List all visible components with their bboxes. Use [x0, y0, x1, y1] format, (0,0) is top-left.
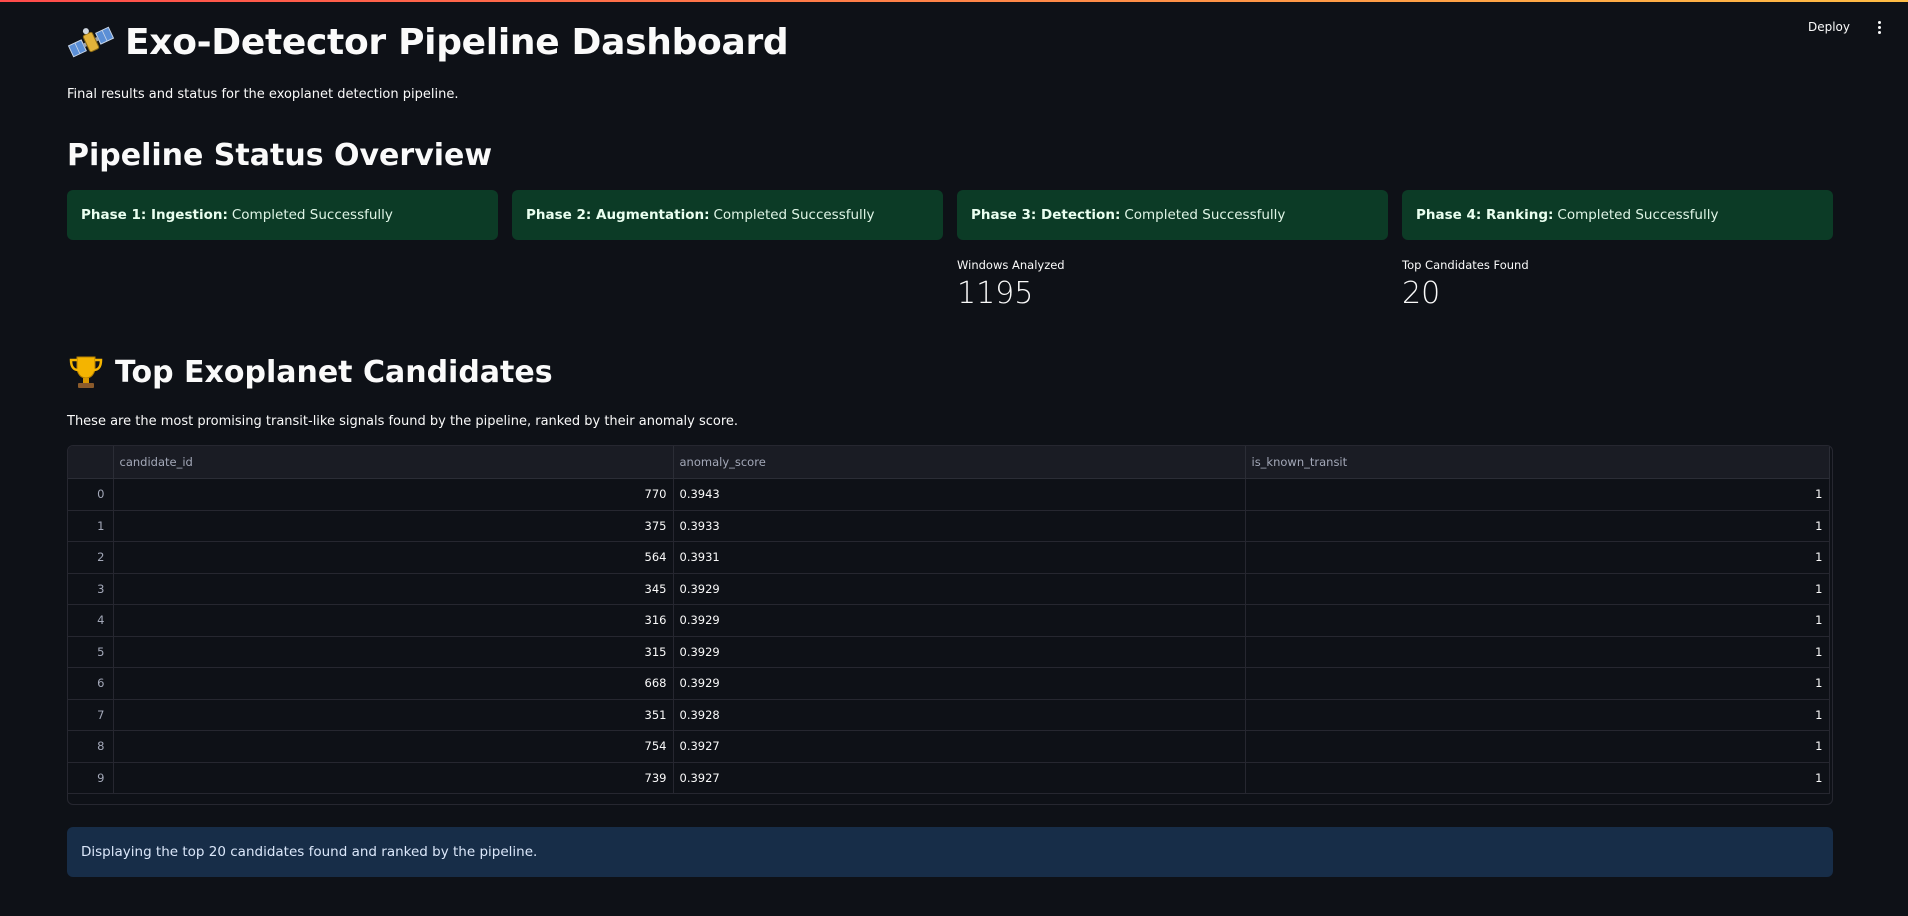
cell-candidate-id[interactable]: 668 [113, 667, 674, 700]
cell-is-known-transit[interactable]: 1 [1245, 478, 1830, 511]
cell-is-known-transit[interactable]: 1 [1245, 510, 1830, 542]
phase-status: Completed Successfully [1557, 207, 1719, 223]
status-card-phase-3: Phase 3: Detection: Completed Successful… [957, 190, 1388, 240]
metric-windows-analyzed: Windows Analyzed 1195 [957, 258, 1388, 316]
cell-anomaly-score[interactable]: 0.3933 [673, 510, 1246, 542]
candidates-table[interactable]: candidate_id anomaly_score is_known_tran… [67, 445, 1833, 805]
cell-anomaly-score[interactable]: 0.3943 [673, 478, 1246, 511]
column-header-anomaly-score[interactable]: anomaly_score [673, 446, 1246, 479]
more-menu-icon[interactable] [1870, 18, 1888, 36]
metric-label: Top Candidates Found [1402, 258, 1529, 272]
table-row[interactable]: 0 770 0.3943 1 [68, 478, 1830, 511]
phase-label: Phase 2: Augmentation: [526, 207, 710, 223]
metric-slot-empty [512, 258, 943, 316]
status-card-phase-1: Phase 1: Ingestion: Completed Successful… [67, 190, 498, 240]
phase-label: Phase 1: Ingestion: [81, 207, 228, 223]
cell-is-known-transit[interactable]: 1 [1245, 573, 1830, 605]
row-index: 2 [68, 541, 114, 574]
cell-is-known-transit[interactable]: 1 [1245, 636, 1830, 668]
table-row[interactable]: 5 315 0.3929 1 [68, 636, 1830, 668]
table-row[interactable]: 3 345 0.3929 1 [68, 573, 1830, 605]
table-row[interactable]: 6 668 0.3929 1 [68, 667, 1830, 700]
info-alert: Displaying the top 20 candidates found a… [67, 827, 1833, 877]
cell-anomaly-score[interactable]: 0.3929 [673, 604, 1246, 637]
table-row[interactable]: 8 754 0.3927 1 [68, 730, 1830, 763]
trophy-icon [69, 356, 103, 388]
status-cards: Phase 1: Ingestion: Completed Successful… [67, 190, 1833, 240]
main-content: Exo-Detector Pipeline Dashboard Final re… [67, 0, 1833, 877]
status-section-title: Pipeline Status Overview [67, 138, 493, 173]
cell-anomaly-score[interactable]: 0.3929 [673, 667, 1246, 700]
row-index: 3 [68, 573, 114, 605]
metric-top-candidates: Top Candidates Found 20 [1402, 258, 1833, 316]
cell-anomaly-score[interactable]: 0.3927 [673, 730, 1246, 763]
row-index: 1 [68, 510, 114, 542]
row-index: 9 [68, 762, 114, 794]
cell-candidate-id[interactable]: 754 [113, 730, 674, 763]
cell-candidate-id[interactable]: 739 [113, 762, 674, 794]
row-index: 5 [68, 636, 114, 668]
cell-candidate-id[interactable]: 564 [113, 541, 674, 574]
column-header-candidate-id[interactable]: candidate_id [113, 446, 674, 479]
metric-slot-empty [67, 258, 498, 316]
cell-anomaly-score[interactable]: 0.3931 [673, 541, 1246, 574]
row-index: 8 [68, 730, 114, 763]
cell-anomaly-score[interactable]: 0.3929 [673, 573, 1246, 605]
candidates-title-row: Top Exoplanet Candidates [67, 352, 1833, 392]
candidates-section-title: Top Exoplanet Candidates [115, 354, 553, 390]
cell-candidate-id[interactable]: 375 [113, 510, 674, 542]
row-index: 4 [68, 604, 114, 637]
cell-is-known-transit[interactable]: 1 [1245, 667, 1830, 700]
table-header-row: candidate_id anomaly_score is_known_tran… [68, 446, 1830, 479]
table-row[interactable]: 2 564 0.3931 1 [68, 541, 1830, 574]
cell-anomaly-score[interactable]: 0.3929 [673, 636, 1246, 668]
table-row[interactable]: 4 316 0.3929 1 [68, 604, 1830, 637]
phase-label: Phase 3: Detection: [971, 207, 1121, 223]
status-card-phase-4: Phase 4: Ranking: Completed Successfully [1402, 190, 1833, 240]
metrics-row: Windows Analyzed 1195 Top Candidates Fou… [67, 258, 1833, 316]
cell-candidate-id[interactable]: 770 [113, 478, 674, 511]
satellite-icon [67, 26, 115, 58]
phase-status: Completed Successfully [713, 207, 875, 223]
cell-anomaly-score[interactable]: 0.3928 [673, 699, 1246, 731]
cell-is-known-transit[interactable]: 1 [1245, 762, 1830, 794]
cell-candidate-id[interactable]: 345 [113, 573, 674, 605]
table-row[interactable]: 7 351 0.3928 1 [68, 699, 1830, 731]
phase-status: Completed Successfully [1124, 207, 1286, 223]
metric-value: 20 [1402, 276, 1441, 311]
cell-candidate-id[interactable]: 315 [113, 636, 674, 668]
cell-is-known-transit[interactable]: 1 [1245, 541, 1830, 574]
metric-value: 1195 [957, 276, 1034, 311]
cell-is-known-transit[interactable]: 1 [1245, 699, 1830, 731]
cell-is-known-transit[interactable]: 1 [1245, 730, 1830, 763]
table-row[interactable]: 9 739 0.3927 1 [68, 762, 1830, 794]
status-card-phase-2: Phase 2: Augmentation: Completed Success… [512, 190, 943, 240]
table-row[interactable]: 1 375 0.3933 1 [68, 510, 1830, 542]
metric-label: Windows Analyzed [957, 258, 1065, 272]
page-title: Exo-Detector Pipeline Dashboard [125, 21, 789, 63]
title-row: Exo-Detector Pipeline Dashboard [67, 20, 1833, 64]
phase-label: Phase 4: Ranking: [1416, 207, 1554, 223]
cell-is-known-transit[interactable]: 1 [1245, 604, 1830, 637]
row-index: 6 [68, 667, 114, 700]
table-body: 0 770 0.3943 1 1 375 0.3933 1 2 564 0.3931 1 3 345 0.3… [68, 478, 1830, 794]
page-subtitle: Final results and status for the exoplan… [67, 87, 459, 102]
candidates-description: These are the most promising transit-lik… [67, 414, 739, 429]
row-index: 7 [68, 699, 114, 731]
row-index: 0 [68, 478, 114, 511]
cell-candidate-id[interactable]: 351 [113, 699, 674, 731]
column-header-index[interactable] [68, 446, 114, 479]
phase-status: Completed Successfully [231, 207, 393, 223]
cell-candidate-id[interactable]: 316 [113, 604, 674, 637]
cell-anomaly-score[interactable]: 0.3927 [673, 762, 1246, 794]
column-header-is-known-transit[interactable]: is_known_transit [1245, 446, 1830, 479]
